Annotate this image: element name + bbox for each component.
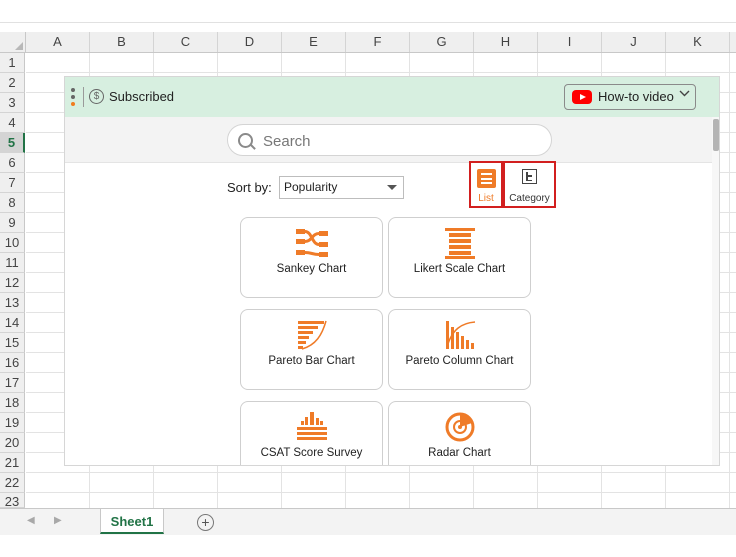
view-category-label: Category bbox=[509, 193, 550, 204]
column-header-g[interactable]: G bbox=[410, 32, 474, 52]
column-header-h[interactable]: H bbox=[474, 32, 538, 52]
chart-card-sankey[interactable]: Sankey Chart bbox=[240, 217, 383, 298]
sort-label: Sort by: bbox=[227, 180, 272, 195]
row-header[interactable]: 19 bbox=[0, 413, 25, 433]
radar-icon bbox=[445, 412, 474, 442]
row-header[interactable]: 16 bbox=[0, 353, 25, 373]
row-header[interactable]: 20 bbox=[0, 433, 25, 453]
likert-icon bbox=[444, 228, 475, 259]
panel-scrollbar[interactable] bbox=[712, 117, 719, 465]
row-header[interactable]: 23 bbox=[0, 493, 25, 509]
dropdown-caret-icon bbox=[387, 185, 397, 190]
chevron-down-icon bbox=[679, 88, 690, 102]
row-header[interactable]: 22 bbox=[0, 473, 25, 493]
view-list-label: List bbox=[478, 193, 494, 204]
column-header-j[interactable]: J bbox=[602, 32, 666, 52]
row-header[interactable]: 7 bbox=[0, 173, 25, 193]
row-header[interactable]: 21 bbox=[0, 453, 25, 473]
row-header[interactable]: 10 bbox=[0, 233, 25, 253]
column-header-b[interactable]: B bbox=[90, 32, 154, 52]
csat-icon bbox=[296, 412, 327, 440]
column-header-c[interactable]: C bbox=[154, 32, 218, 52]
row-header[interactable]: 17 bbox=[0, 373, 25, 393]
sort-selected-value: Popularity bbox=[284, 180, 338, 194]
row-header[interactable]: 13 bbox=[0, 293, 25, 313]
sheet-tab-sheet1[interactable]: Sheet1 bbox=[100, 509, 164, 534]
scroll-left-icon[interactable]: ◀ bbox=[27, 515, 35, 526]
row-header[interactable]: 1 bbox=[0, 53, 25, 73]
scroll-right-icon[interactable]: ▶ bbox=[54, 515, 62, 526]
chart-card-label: Pareto Bar Chart bbox=[268, 355, 355, 367]
pareto-bar-icon bbox=[297, 320, 327, 350]
column-header-f[interactable]: F bbox=[346, 32, 410, 52]
chart-card-radar[interactable]: Radar Chart bbox=[388, 401, 531, 465]
row-header-active[interactable]: 5 bbox=[0, 133, 25, 153]
column-header-i[interactable]: I bbox=[538, 32, 602, 52]
pareto-column-icon bbox=[445, 321, 475, 349]
youtube-icon bbox=[572, 90, 592, 104]
column-header-e[interactable]: E bbox=[282, 32, 346, 52]
view-category-button[interactable]: Category bbox=[503, 161, 556, 208]
row-header[interactable]: 18 bbox=[0, 393, 25, 413]
chart-card-pareto-bar[interactable]: Pareto Bar Chart bbox=[240, 309, 383, 390]
row-header[interactable]: 2 bbox=[0, 73, 25, 93]
chart-card-likert[interactable]: Likert Scale Chart bbox=[388, 217, 531, 298]
header-divider bbox=[83, 87, 84, 107]
chart-card-label: Likert Scale Chart bbox=[413, 263, 506, 275]
excel-window: A B C D E F G H I J K 1 2 3 4 5 6 7 8 9 … bbox=[0, 0, 736, 557]
row-header[interactable]: 12 bbox=[0, 273, 25, 293]
row-header[interactable]: 4 bbox=[0, 113, 25, 133]
list-icon bbox=[477, 169, 496, 188]
row-header[interactable]: 14 bbox=[0, 313, 25, 333]
chart-card-label: CSAT Score Survey bbox=[260, 447, 363, 459]
view-list-button[interactable]: List bbox=[469, 161, 503, 208]
add-sheet-icon[interactable]: + bbox=[197, 514, 214, 531]
row-header[interactable]: 8 bbox=[0, 193, 25, 213]
chart-card-pareto-column[interactable]: Pareto Column Chart bbox=[388, 309, 531, 390]
panel-header: $ Subscribed How-to video bbox=[65, 77, 719, 117]
column-header-a[interactable]: A bbox=[26, 32, 90, 52]
chart-addin-panel: $ Subscribed How-to video Sort by: Popul… bbox=[64, 76, 720, 466]
scrollbar-thumb[interactable] bbox=[713, 119, 719, 151]
row-header[interactable]: 3 bbox=[0, 93, 25, 113]
row-header[interactable]: 15 bbox=[0, 333, 25, 353]
column-header-d[interactable]: D bbox=[218, 32, 282, 52]
select-all-corner[interactable] bbox=[0, 32, 26, 52]
sankey-icon bbox=[295, 229, 328, 257]
top-strip bbox=[0, 0, 736, 23]
row-header[interactable]: 6 bbox=[0, 153, 25, 173]
search-input[interactable] bbox=[261, 131, 535, 151]
chart-card-label: Pareto Column Chart bbox=[405, 355, 514, 367]
search-icon bbox=[238, 133, 253, 148]
column-header-k[interactable]: K bbox=[666, 32, 730, 52]
bottom-strip bbox=[0, 535, 736, 557]
search-box[interactable] bbox=[227, 124, 552, 156]
sheet-tab-bar: ◀ ▶ Sheet1 + bbox=[0, 508, 736, 535]
chart-card-csat[interactable]: CSAT Score Survey bbox=[240, 401, 383, 465]
row-header[interactable]: 11 bbox=[0, 253, 25, 273]
category-tree-icon bbox=[522, 169, 537, 184]
chart-card-label: Radar Chart bbox=[428, 447, 491, 459]
search-area bbox=[65, 117, 719, 163]
how-to-video-button[interactable]: How-to video bbox=[564, 84, 696, 110]
sort-dropdown[interactable]: Popularity bbox=[279, 176, 404, 199]
column-header-row: A B C D E F G H I J K bbox=[0, 32, 736, 53]
dollar-circle-icon: $ bbox=[89, 89, 104, 104]
subscription-status: Subscribed bbox=[109, 89, 175, 104]
drag-handle-icon[interactable] bbox=[71, 88, 75, 106]
chart-card-label: Sankey Chart bbox=[276, 263, 347, 275]
row-header[interactable]: 9 bbox=[0, 213, 25, 233]
how-to-video-label: How-to video bbox=[598, 89, 674, 104]
